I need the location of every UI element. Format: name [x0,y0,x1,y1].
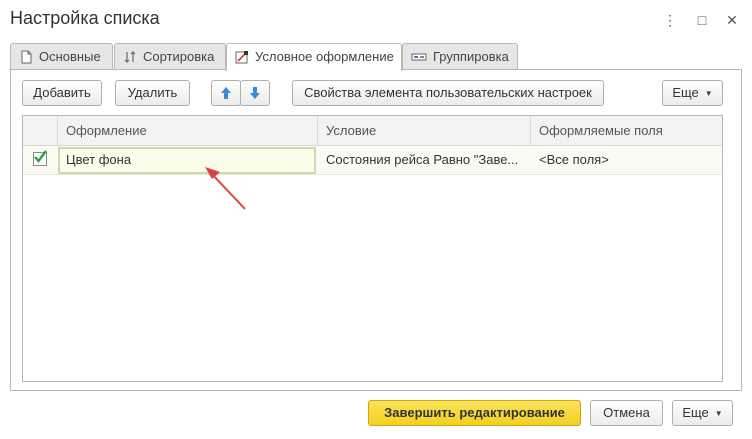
tab-label: Условное оформление [255,49,394,64]
tab-conditional-formatting[interactable]: Условное оформление [226,43,402,71]
more-label: Еще [672,85,699,100]
conditional-format-icon [235,51,248,64]
tab-bar: Основные Сортировка Условное оформление … [10,43,742,71]
tab-main[interactable]: Основные [10,43,113,70]
more-menu-button[interactable]: Еще ▼ [662,80,723,106]
table-header: Оформление Условие Оформляемые поля [23,116,722,146]
chevron-down-icon: ▼ [704,88,713,98]
footer-more-button[interactable]: Еще ▼ [672,400,733,426]
appearance-cell-editor[interactable]: Цвет фона [58,147,316,174]
column-header-appearance[interactable]: Оформление [58,116,318,146]
row-enabled-checkbox[interactable] [33,150,47,166]
close-icon[interactable]: ✕ [723,11,741,29]
cancel-button[interactable]: Отмена [590,400,663,426]
table-row[interactable]: Цвет фона Состояния рейса Равно "Заве...… [23,146,722,175]
properties-button[interactable]: Свойства элемента пользовательских настр… [292,80,604,106]
window-title: Настройка списка [10,8,160,28]
conditional-formatting-panel: Добавить Удалить Свойства элемента польз… [10,69,742,391]
finish-editing-button[interactable]: Завершить редактирование [368,400,581,426]
tab-sorting[interactable]: Сортировка [114,43,226,70]
chevron-down-icon: ▼ [714,408,723,418]
checkbox-column-header [23,116,58,146]
move-down-button[interactable] [240,80,270,106]
checkmark-icon [34,150,47,163]
maximize-icon[interactable]: □ [693,11,711,29]
add-button[interactable]: Добавить [22,80,102,106]
page-icon [21,50,32,64]
condition-cell[interactable]: Состояния рейса Равно "Заве... [318,146,531,174]
grouping-icon [411,53,427,61]
delete-button[interactable]: Удалить [115,80,190,106]
more-label: Еще [682,405,709,420]
column-header-condition[interactable]: Условие [318,116,531,146]
sort-icon [124,51,136,63]
move-up-button[interactable] [211,80,241,106]
tab-label: Группировка [433,49,509,64]
conditions-table: Оформление Условие Оформляемые поля Цвет… [22,115,723,382]
arrow-up-icon [221,87,231,99]
window-title-bar: Настройка списка ⋮ □ ✕ [0,0,752,40]
more-actions-icon[interactable]: ⋮ [661,11,679,29]
column-header-fields[interactable]: Оформляемые поля [531,116,722,146]
tab-grouping[interactable]: Группировка [402,43,518,70]
fields-cell[interactable]: <Все поля> [531,146,722,174]
tab-label: Основные [39,49,101,64]
tab-label: Сортировка [143,49,215,64]
arrow-down-icon [250,87,260,99]
